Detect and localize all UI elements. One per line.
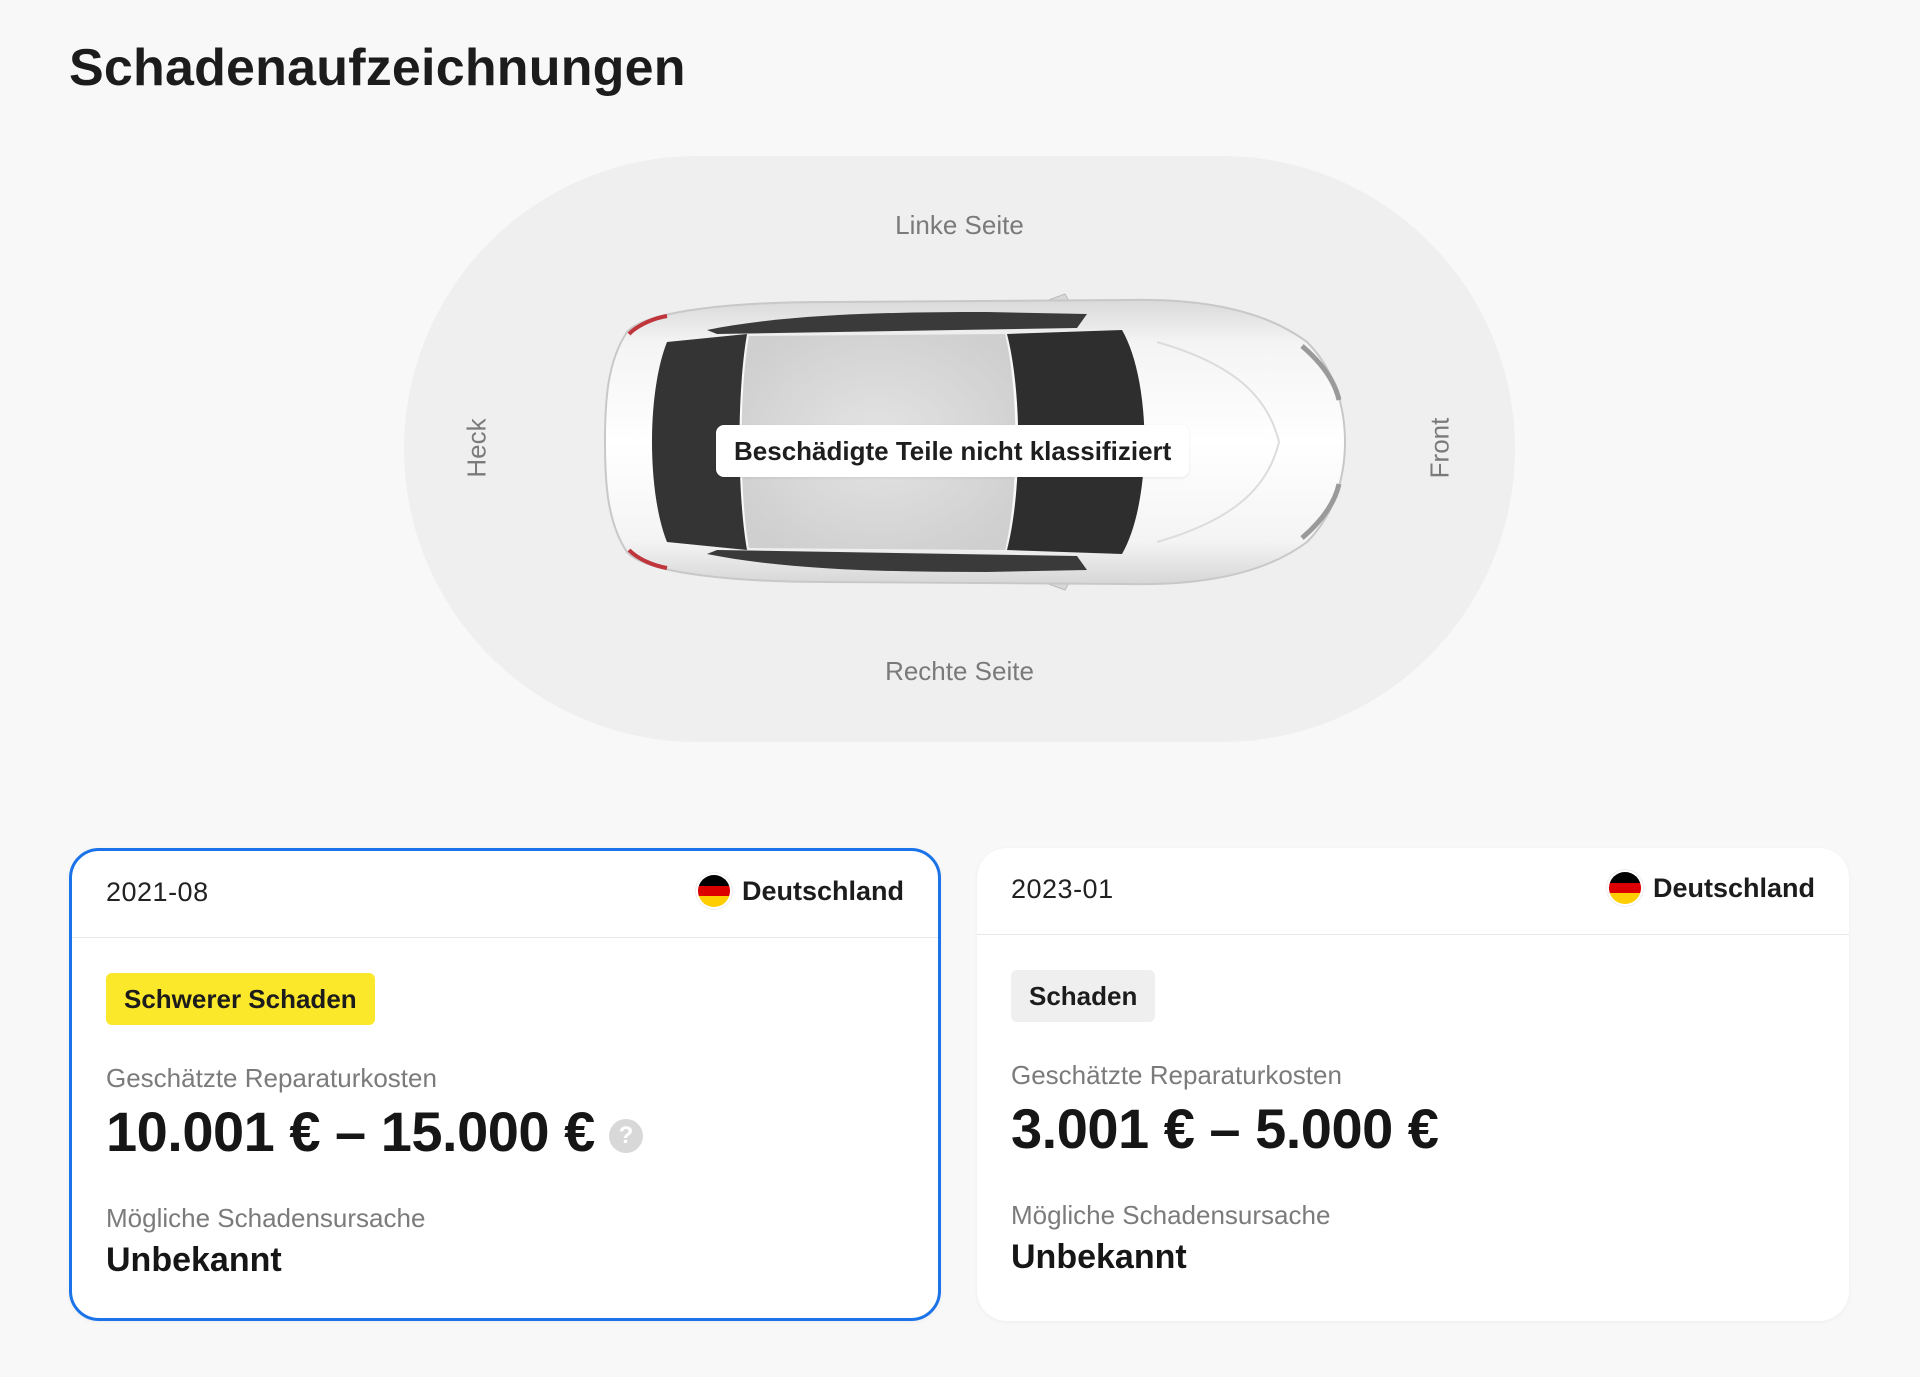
damage-status-tag: Beschädigte Teile nicht klassifiziert — [716, 425, 1190, 477]
cause-label: Mögliche Schadensursache — [106, 1203, 426, 1233]
damage-record-card[interactable]: 2021-08 Deutschland Schwerer Schaden Ges… — [69, 848, 941, 1321]
card-header: 2023-01 Deutschland — [977, 848, 1849, 935]
country-name: Deutschland — [1652, 872, 1815, 903]
germany-flag-icon — [697, 875, 730, 907]
cost-label: Geschätzte Reparaturkosten — [106, 1063, 437, 1093]
germany-flag-icon — [1608, 872, 1641, 904]
label-left-side: Linke Seite — [895, 210, 1024, 240]
label-front: Front — [1424, 417, 1455, 479]
label-rear: Heck — [461, 418, 492, 478]
label-right-side: Rechte Seite — [885, 656, 1034, 686]
page-title: Schadenaufzeichnungen — [69, 39, 686, 97]
cost-range: 3.001 € – 5.000 € — [1011, 1097, 1439, 1160]
page: Schadenaufzeichnungen Linke Seite Rechte… — [0, 0, 1920, 1377]
damage-diagram: Linke Seite Rechte Seite Heck Front Besc… — [404, 156, 1515, 742]
question-mark-icon[interactable]: ? — [608, 1118, 643, 1153]
cost-label: Geschätzte Reparaturkosten — [1011, 1060, 1342, 1090]
cause-value: Unbekannt — [1011, 1238, 1187, 1276]
card-header: 2021-08 Deutschland — [72, 851, 938, 938]
cause-label: Mögliche Schadensursache — [1011, 1200, 1331, 1230]
cost-value: 3.001 € – 5.000 € — [1011, 1096, 1439, 1161]
severity-badge: Schaden — [1011, 970, 1156, 1022]
record-date: 2021-08 — [106, 877, 209, 907]
record-date: 2023-01 — [1011, 874, 1114, 904]
record-country: Deutschland — [697, 875, 904, 907]
cause-value: Unbekannt — [106, 1241, 282, 1279]
country-name: Deutschland — [741, 875, 904, 906]
record-country: Deutschland — [1608, 872, 1815, 904]
severity-badge: Schwerer Schaden — [106, 973, 375, 1025]
damage-record-card[interactable]: 2023-01 Deutschland Schaden Geschätzte R… — [977, 848, 1849, 1321]
cost-value: 10.001 € – 15.000 € ? — [106, 1099, 643, 1164]
cost-range: 10.001 € – 15.000 € — [106, 1100, 595, 1163]
